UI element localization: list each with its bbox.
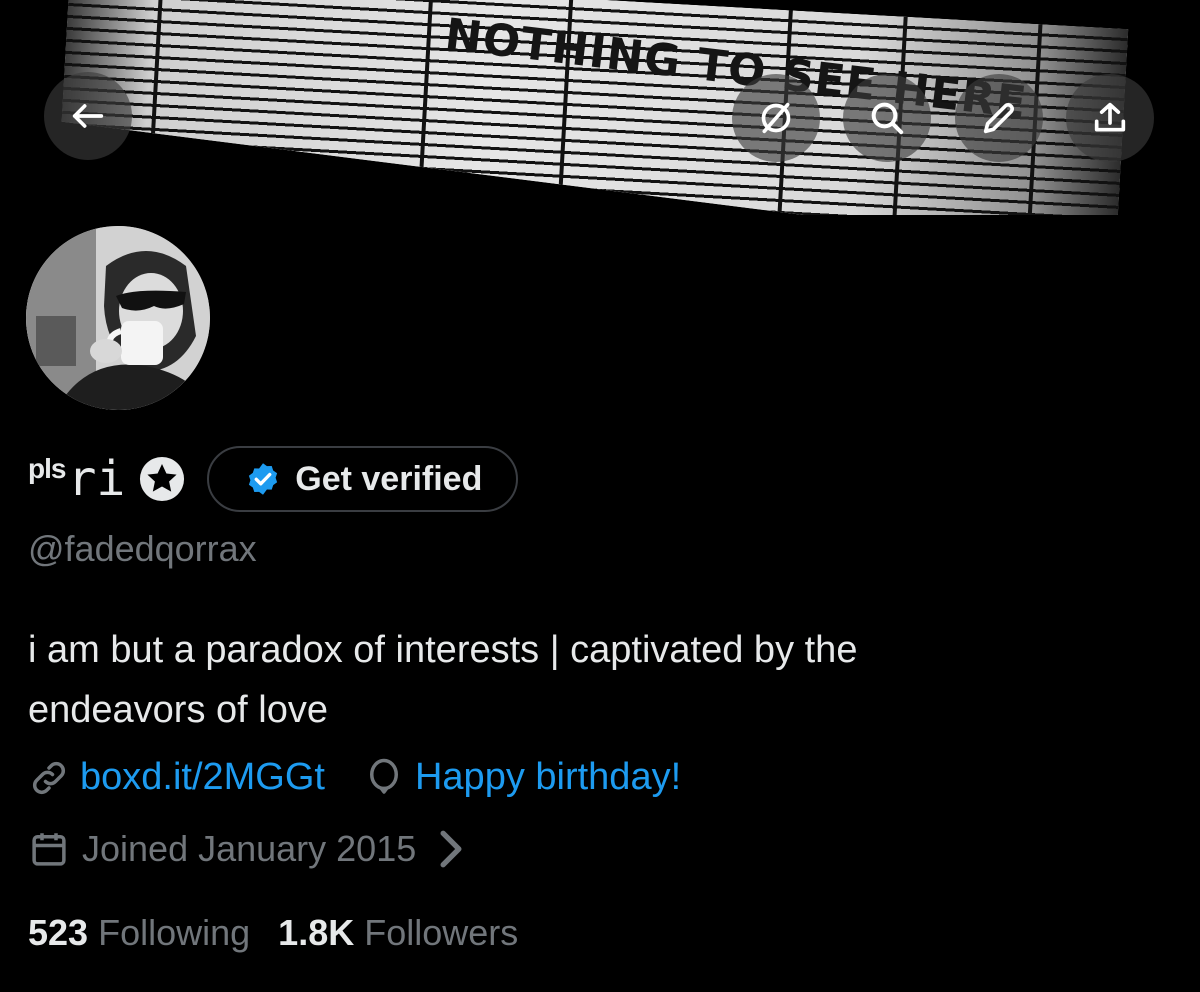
following-label: Following [98,912,251,953]
star-badge-icon[interactable] [139,456,185,502]
profile-bio: i am but a paradox of interests | captiv… [28,620,1128,740]
birthday-item[interactable]: Happy birthday! [363,756,681,799]
website-link[interactable]: boxd.it/2MGGt [28,756,325,799]
bio-line: endeavors of love [28,689,328,731]
followers-stat[interactable]: 1.8K Followers [278,912,518,954]
following-stat[interactable]: 523 Following [28,912,250,954]
search-icon [871,102,904,135]
chevron-right-icon [440,830,462,868]
avatar-photo [26,226,210,410]
verified-badge-icon [249,463,278,495]
followers-label: Followers [364,912,519,953]
profile-meta-row: boxd.it/2MGGt Happy birthday! [28,756,719,799]
edit-button[interactable] [955,74,1043,162]
profile-name-row: pls ri Get verified [28,446,519,512]
share-icon [1094,102,1126,132]
get-verified-button[interactable]: Get verified [207,446,519,512]
birthday-text[interactable]: Happy birthday! [415,756,681,799]
sign-divider [416,0,434,215]
search-button[interactable] [843,74,931,162]
grok-button[interactable] [732,74,820,162]
share-button[interactable] [1066,74,1154,162]
calendar-icon [32,833,66,866]
joined-date-row[interactable]: Joined January 2015 [28,828,484,870]
bio-line: i am but a paradox of interests | captiv… [28,629,858,671]
joined-date: Joined January 2015 [82,828,417,869]
link-icon [32,761,66,794]
arrow-left-icon [72,104,104,128]
avatar[interactable] [22,222,214,414]
sign-divider [146,0,164,215]
slashed-circle-icon [761,102,791,134]
profile-handle: @fadedqorrax [28,528,257,569]
following-count: 523 [28,912,89,953]
pencil-icon [983,103,1014,134]
display-name: ri [67,451,126,507]
follow-stats: 523 Following 1.8K Followers [28,912,546,954]
back-button[interactable] [44,72,132,160]
followers-count: 1.8K [278,912,355,953]
balloon-icon [369,758,398,794]
website-url[interactable]: boxd.it/2MGGt [80,756,325,799]
display-name-prefix: pls [28,453,66,484]
get-verified-label: Get verified [295,459,483,498]
